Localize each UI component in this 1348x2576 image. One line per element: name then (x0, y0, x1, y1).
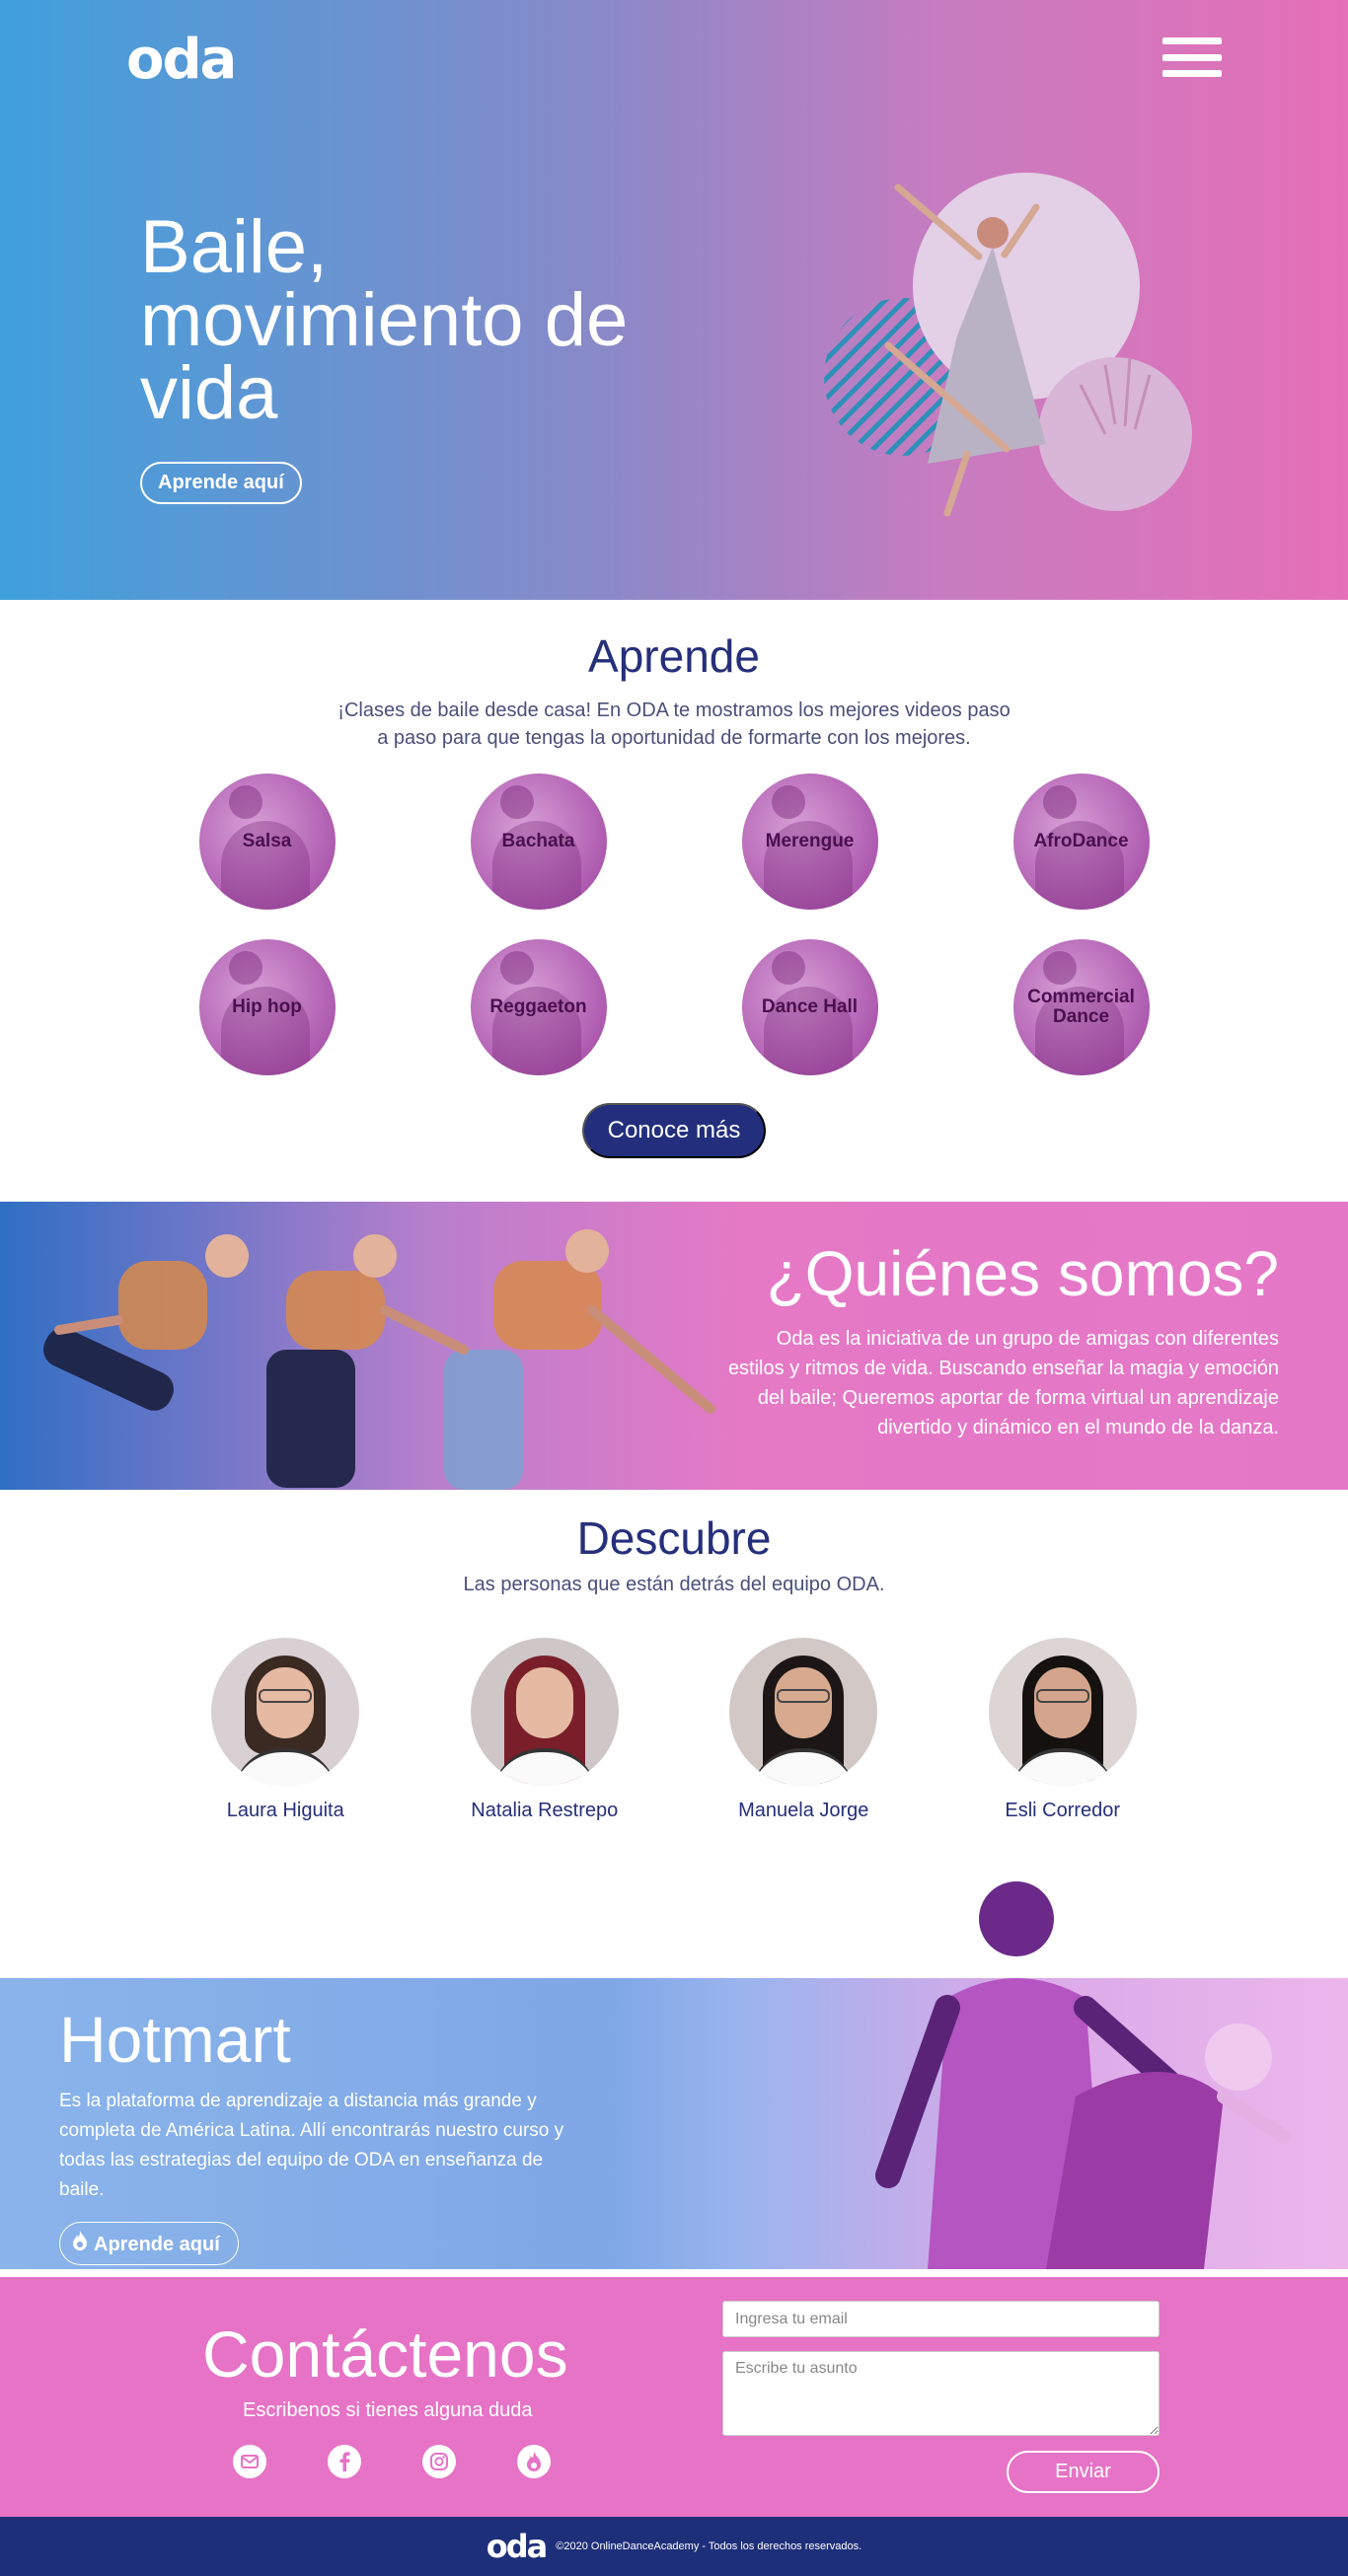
contact-subtitle: Escribenos si tienes alguna duda (243, 2399, 533, 2421)
contact-section: Contáctenos Escribenos si tienes alguna … (0, 2277, 1348, 2517)
contact-title: Contáctenos (202, 2318, 568, 2391)
dance-styles-grid: Salsa Bachata Merengue AfroDance Hip hop… (131, 773, 1217, 1075)
mail-icon[interactable] (233, 2445, 266, 2478)
hero-title: Baile, movimiento de vida (140, 205, 629, 435)
hero-dancer-image (824, 173, 1192, 517)
team-member: Natalia Restrepo (415, 1638, 675, 1822)
learn-more-button[interactable]: Conoce más (581, 1103, 767, 1158)
avatar (470, 1638, 619, 1786)
oda-logo[interactable]: oda (487, 2528, 549, 2565)
hotmart-section: Hotmart Es la plataforma de aprendizaje … (0, 1881, 1348, 2269)
team-grid: Laura Higuita Natalia Restrepo Manuela J… (156, 1638, 1192, 1822)
hero-section: oda Baile, movimiento de vida Aprende aq… (0, 0, 1348, 600)
send-button[interactable]: Enviar (1007, 2451, 1160, 2493)
learn-description-line2: a paso para que tengas la oportunidad de… (377, 727, 971, 749)
footer: oda ©2020 OnlineDanceAcademy - Todos los… (0, 2517, 1348, 2576)
dance-style-label: Dance Hall (761, 996, 859, 1017)
instagram-icon[interactable] (422, 2445, 456, 2478)
dance-style-salsa[interactable]: Salsa (198, 773, 336, 910)
team-member-name: Natalia Restrepo (471, 1800, 619, 1821)
about-text: Oda es la iniciativa de un grupo de amig… (727, 1328, 1279, 1438)
learn-description-line1: ¡Clases de baile desde casa! En ODA te m… (337, 699, 1011, 721)
dancers-image (43, 1229, 715, 1490)
hotmart-icon[interactable] (517, 2445, 551, 2478)
learn-title: Aprende (588, 630, 760, 682)
team-subtitle: Las personas que están detrás del equipo… (463, 1574, 885, 1595)
flame-icon (72, 2231, 88, 2256)
oda-logo[interactable]: oda (126, 28, 237, 92)
email-field[interactable] (722, 2301, 1160, 2337)
team-member: Manuela Jorge (674, 1638, 934, 1822)
dance-style-label: Salsa (242, 831, 292, 851)
avatar (988, 1638, 1137, 1786)
about-section: ¿Quiénes somos? Oda es la iniciativa de … (0, 1202, 1348, 1490)
team-member-name: Laura Higuita (226, 1800, 344, 1821)
dance-style-merengue[interactable]: Merengue (741, 773, 878, 910)
social-links (233, 2445, 551, 2478)
hotmart-button-label: Aprende aquí (94, 2234, 220, 2255)
dance-style-label: Hip hop (232, 996, 302, 1017)
section-divider (0, 2269, 1348, 2277)
dance-style-label: Bachata (501, 831, 575, 851)
dance-style-bachata[interactable]: Bachata (470, 773, 607, 910)
dance-style-label: Commercial Dance (1027, 987, 1135, 1027)
dance-style-label: Merengue (765, 831, 855, 851)
team-member: Laura Higuita (156, 1638, 415, 1822)
hero-learn-button[interactable]: Aprende aquí (140, 462, 302, 504)
dance-style-hiphop[interactable]: Hip hop (198, 939, 336, 1075)
team-title: Descubre (576, 1512, 772, 1564)
learn-section: Aprende ¡Clases de baile desde casa! En … (0, 600, 1348, 1202)
team-member-name: Esli Corredor (1005, 1800, 1121, 1821)
team-member: Esli Corredor (934, 1638, 1193, 1822)
menu-icon[interactable] (1162, 37, 1222, 77)
learn-description: ¡Clases de baile desde casa! En ODA te m… (0, 697, 1348, 752)
avatar (211, 1638, 360, 1786)
dance-style-label: AfroDance (1033, 831, 1129, 851)
team-member-name: Manuela Jorge (738, 1800, 869, 1821)
dance-style-afrodance[interactable]: AfroDance (1012, 773, 1150, 910)
facebook-icon[interactable] (328, 2445, 361, 2478)
hotmart-title: Hotmart (59, 2003, 291, 2076)
dance-style-commercial[interactable]: Commercial Dance (1012, 939, 1150, 1075)
hotmart-text: Es la plataforma de aprendizaje a distan… (59, 2091, 564, 2200)
avatar (729, 1638, 878, 1786)
copyright-text: ©2020 OnlineDanceAcademy - Todos los der… (556, 2540, 862, 2552)
dancing-couple-image (875, 1881, 1290, 2269)
hotmart-learn-button[interactable]: Aprende aquí (59, 2222, 239, 2265)
about-title: ¿Quiénes somos? (766, 1238, 1279, 1309)
subject-field[interactable] (722, 2351, 1160, 2436)
dance-style-dancehall[interactable]: Dance Hall (741, 939, 878, 1075)
dance-style-label: Reggaeton (489, 996, 587, 1017)
dance-style-reggaeton[interactable]: Reggaeton (470, 939, 607, 1075)
